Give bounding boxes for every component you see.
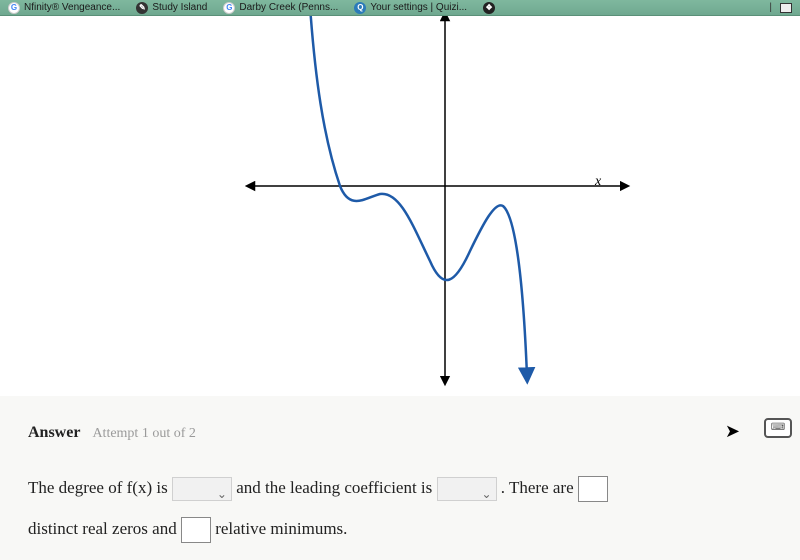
sentence-part5: relative minimums.: [215, 519, 347, 538]
sentence-part1: The degree of f(x) is: [28, 478, 168, 497]
degree-select[interactable]: [172, 477, 232, 501]
attempt-label: Attempt 1 out of 2: [92, 426, 195, 441]
sentence-part2: and the leading coefficient is: [236, 478, 432, 497]
sentence-part4: distinct real zeros and: [28, 519, 177, 538]
x-axis-label: x: [595, 174, 601, 190]
google-icon: G: [8, 2, 20, 14]
bookmark-bar: G Nfinity® Vengeance... ✎ Study Island G…: [0, 0, 800, 16]
bookmark-bar-right: |: [769, 2, 792, 13]
google-icon: G: [223, 2, 235, 14]
answer-section: ➤ ⌨ Answer Attempt 1 out of 2 The degree…: [0, 396, 800, 560]
bookmark-study-island[interactable]: ✎ Study Island: [136, 2, 207, 14]
bookmark-extra[interactable]: ❖: [483, 2, 495, 14]
sentence-part3: . There are: [501, 478, 574, 497]
bookmark-label: Study Island: [152, 2, 207, 13]
leading-coefficient-select[interactable]: [437, 477, 497, 501]
keyboard-icon[interactable]: ⌨: [764, 418, 792, 438]
answer-sentence: The degree of f(x) is and the leading co…: [28, 468, 772, 550]
answer-title: Answer: [28, 424, 80, 441]
zeros-input[interactable]: [578, 476, 608, 502]
quizizz-icon: Q: [354, 2, 366, 14]
bookmark-nfinity[interactable]: G Nfinity® Vengeance...: [8, 2, 120, 14]
graph-area: x: [0, 16, 800, 396]
study-island-icon: ✎: [136, 2, 148, 14]
window-control-icon[interactable]: [780, 3, 792, 13]
bookmark-quizizz[interactable]: Q Your settings | Quizi...: [354, 2, 467, 14]
answer-header: Answer Attempt 1 out of 2: [28, 414, 772, 452]
minimums-input[interactable]: [181, 517, 211, 543]
divider-icon: |: [769, 2, 772, 13]
bookmark-darby-creek[interactable]: G Darby Creek (Penns...: [223, 2, 338, 14]
bookmark-label: Your settings | Quizi...: [370, 2, 467, 13]
bookmark-label: Darby Creek (Penns...: [239, 2, 338, 13]
polynomial-graph: [155, 16, 645, 396]
cursor-icon: ➤: [725, 410, 740, 453]
site-icon: ❖: [483, 2, 495, 14]
bookmark-label: Nfinity® Vengeance...: [24, 2, 120, 13]
